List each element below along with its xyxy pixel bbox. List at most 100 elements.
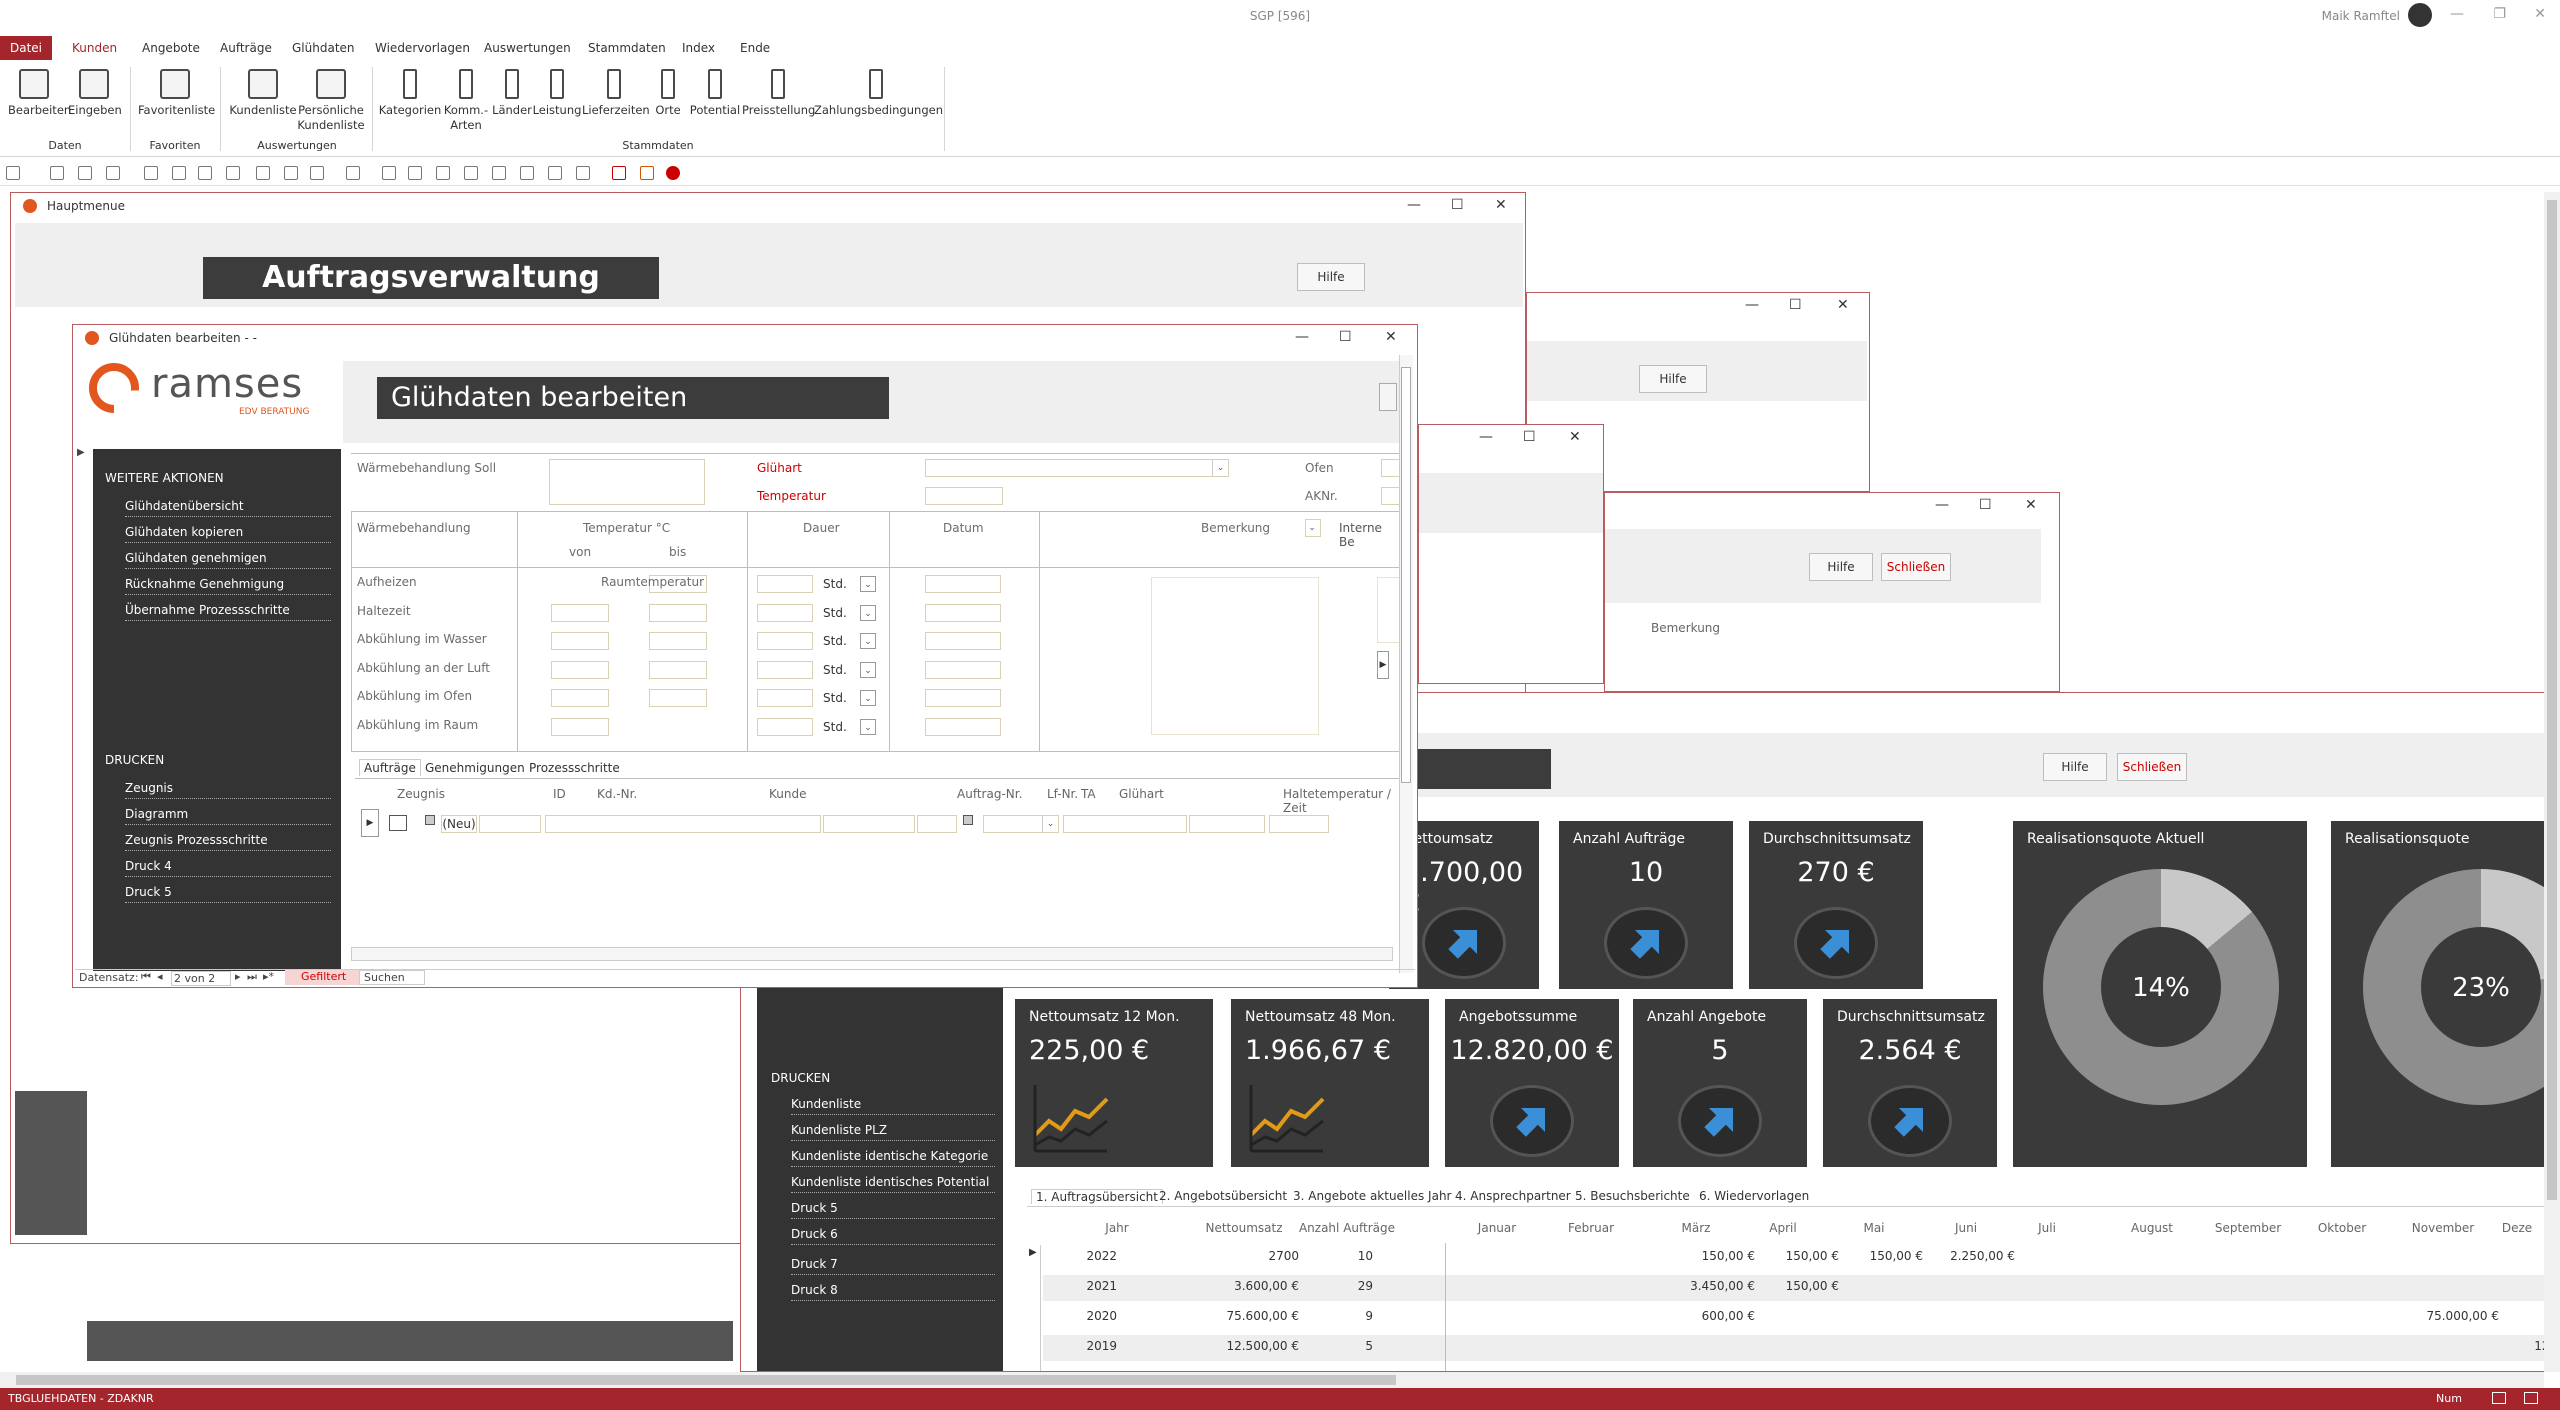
gluhart-row-combobox[interactable]: ⌄: [983, 815, 1059, 833]
chevron-down-icon[interactable]: ⌄: [860, 576, 876, 592]
unit-combobox[interactable]: Std. ⌄: [819, 632, 877, 650]
dauer-field[interactable]: [757, 575, 813, 593]
last-record-icon[interactable]: ⏭: [247, 970, 257, 984]
sidebar-item[interactable]: Druck 5: [791, 1201, 995, 1219]
copy-icon[interactable]: [78, 166, 92, 180]
datum-field[interactable]: [925, 575, 1001, 593]
list-icon[interactable]: [576, 166, 590, 180]
temp-von-field[interactable]: [551, 632, 609, 650]
kategorien-button[interactable]: Kategorien: [378, 69, 442, 118]
close-icon[interactable]: ✕: [1385, 329, 1397, 345]
maximize-icon[interactable]: ☐: [1523, 429, 1536, 445]
view-icon[interactable]: [6, 166, 20, 180]
ofen-field[interactable]: [1381, 459, 1399, 477]
search-field[interactable]: Suchen: [359, 970, 425, 985]
sidebar-item[interactable]: Glühdaten kopieren: [125, 525, 331, 543]
temp-von-field[interactable]: [551, 717, 609, 736]
persoenliche-kundenliste-button[interactable]: Persönliche Kundenliste: [296, 69, 366, 133]
scrollbar-thumb[interactable]: [1401, 367, 1411, 783]
maximize-icon[interactable]: ☐: [1789, 297, 1802, 313]
minimize-icon[interactable]: —: [1407, 197, 1421, 213]
close-icon[interactable]: ✕: [2534, 6, 2546, 22]
record-selector[interactable]: ▶: [361, 809, 379, 837]
auftragnr-field[interactable]: [823, 815, 915, 833]
paste-icon[interactable]: [106, 166, 120, 180]
close-icon[interactable]: ✕: [2025, 497, 2037, 513]
haltezeit-field[interactable]: [1189, 815, 1265, 833]
table-icon[interactable]: [436, 166, 450, 180]
restore-icon[interactable]: ❐: [2493, 6, 2506, 22]
design-view-icon[interactable]: [2524, 1392, 2538, 1404]
tab-kunden[interactable]: Kunden: [62, 36, 127, 60]
help-button[interactable]: Hilfe: [1809, 553, 1873, 581]
zahlungsbedingungen-button[interactable]: Zahlungsbedingungen: [814, 69, 943, 118]
tab-index[interactable]: Index: [672, 36, 725, 60]
sidebar-item[interactable]: Glühdatenübersicht: [125, 499, 331, 517]
kunde-field[interactable]: [545, 815, 821, 833]
gluhart-combobox[interactable]: ⌄: [925, 459, 1229, 477]
minimize-icon[interactable]: —: [2450, 6, 2464, 22]
tab-auswertungen[interactable]: Auswertungen: [474, 36, 581, 60]
filter-indicator[interactable]: Gefiltert: [285, 970, 359, 985]
sidebar-item[interactable]: Druck 4: [125, 859, 331, 877]
tab-prozessschritte[interactable]: Prozessschritte: [529, 761, 620, 775]
preisstellung-button[interactable]: Preisstellung: [742, 69, 815, 118]
sidebar-item[interactable]: Druck 5: [125, 885, 331, 903]
sidebar-item[interactable]: Kundenliste identisches Potential: [791, 1175, 995, 1193]
chevron-down-icon[interactable]: ⌄: [1212, 460, 1228, 476]
sidebar-item[interactable]: Zeugnis Prozessschritte: [125, 833, 331, 851]
datum-field[interactable]: [925, 660, 1001, 679]
export-icon[interactable]: [492, 166, 506, 180]
dauer-field[interactable]: [757, 717, 813, 736]
leistung-button[interactable]: Leistung: [532, 69, 582, 118]
kundenliste-button[interactable]: Kundenliste: [228, 69, 298, 118]
minimize-icon[interactable]: —: [1935, 497, 1949, 513]
chevron-down-icon[interactable]: ⌄: [860, 690, 876, 706]
temp-bis-field[interactable]: [649, 603, 707, 622]
user-name[interactable]: Maik Ramftel: [2322, 9, 2400, 23]
eingeben-button[interactable]: Eingeben: [68, 69, 122, 118]
sidebar-item[interactable]: Kundenliste identische Kategorie: [791, 1149, 995, 1167]
bearbeiten-button[interactable]: Bearbeiten: [8, 69, 71, 118]
chevron-down-icon[interactable]: ⌄: [1042, 816, 1058, 832]
unit-combobox[interactable]: Std. ⌄: [819, 717, 877, 736]
maximize-icon[interactable]: ☐: [1451, 197, 1464, 213]
minimize-icon[interactable]: —: [1479, 429, 1493, 445]
sidebar-item[interactable]: Druck 6: [791, 1227, 995, 1245]
tab-auftraege[interactable]: Aufträge: [359, 759, 421, 776]
report-icon[interactable]: [640, 166, 654, 180]
flag-icon[interactable]: [612, 166, 626, 180]
tab-datei[interactable]: Datei: [0, 36, 53, 60]
scrollbar-thumb[interactable]: [2547, 200, 2557, 1200]
chevron-down-icon[interactable]: ⌄: [860, 633, 876, 649]
help-button[interactable]: Hilfe: [1639, 365, 1707, 393]
filter-icon[interactable]: [256, 166, 270, 180]
new-record-icon[interactable]: [389, 815, 407, 831]
vertical-scrollbar[interactable]: [1399, 355, 1413, 973]
tab-besuchsberichte[interactable]: 5. Besuchsberichte: [1575, 1189, 1690, 1203]
tab-genehmigungen[interactable]: Genehmigungen: [425, 761, 525, 775]
first-record-icon[interactable]: ⏮: [141, 970, 151, 984]
tab-angebote-aktuelles-jahr[interactable]: 3. Angebote aktuelles Jahr: [1293, 1189, 1451, 1203]
chevron-down-icon[interactable]: ⌄: [1304, 520, 1320, 536]
orte-button[interactable]: Orte: [650, 69, 686, 118]
prev-record-icon[interactable]: ◂: [157, 970, 163, 983]
aknr-field[interactable]: [1381, 487, 1399, 505]
temp-bis-field[interactable]: [649, 632, 707, 650]
cut-icon[interactable]: [50, 166, 64, 180]
id-field[interactable]: (Neu): [441, 815, 477, 833]
beste-field[interactable]: [1269, 815, 1329, 833]
sidebar-item[interactable]: Glühdaten genehmigen: [125, 551, 331, 569]
tab-auftraege[interactable]: Aufträge: [210, 36, 282, 60]
temp-bis-field[interactable]: [649, 660, 707, 679]
grid-icon[interactable]: [520, 166, 534, 180]
lieferzeiten-button[interactable]: Lieferzeiten: [582, 69, 650, 118]
dauer-field[interactable]: [757, 632, 813, 650]
sidebar-item[interactable]: Kundenliste: [791, 1097, 995, 1115]
tab-auftragsuebersicht[interactable]: 1. Auftragsübersicht: [1031, 1189, 1163, 1204]
minimize-icon[interactable]: —: [1295, 329, 1309, 345]
laender-button[interactable]: Länder: [490, 69, 534, 118]
haltetemperatur-field[interactable]: [1063, 815, 1187, 833]
unit-combobox[interactable]: Std. ⌄: [819, 575, 877, 593]
unit-combobox[interactable]: Std. ⌄: [819, 603, 877, 622]
